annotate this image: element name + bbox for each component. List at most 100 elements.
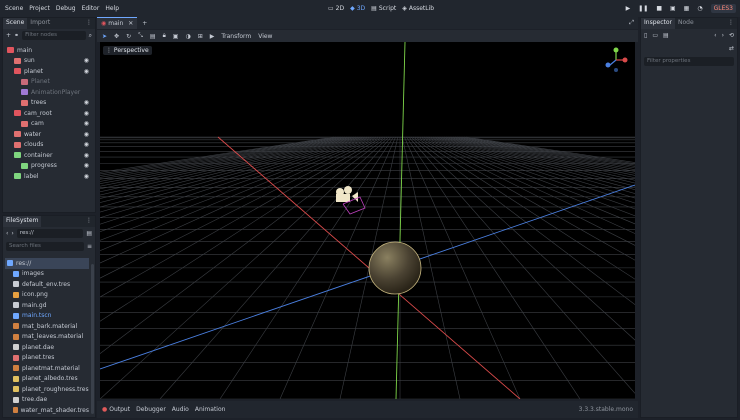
move-tool-icon[interactable]: ✥ — [114, 33, 119, 40]
file-item[interactable]: tree.dae — [5, 395, 89, 406]
rotate-tool-icon[interactable]: ↻ — [126, 33, 131, 40]
back-icon[interactable]: ‹ — [6, 230, 8, 237]
menu-help[interactable]: Help — [102, 5, 122, 12]
workspace-2d[interactable]: ▭ 2D — [328, 5, 344, 12]
file-item[interactable]: images — [5, 269, 89, 280]
tab-filesystem[interactable]: FileSystem — [3, 216, 42, 227]
visibility-eye-icon[interactable]: ◉ — [84, 152, 89, 159]
scene-node[interactable]: clouds ◉ — [3, 140, 95, 151]
load-resource-icon[interactable]: ▭ — [652, 32, 658, 39]
file-item[interactable]: planet_albedo.tres — [5, 374, 89, 385]
add-tab-icon[interactable]: + — [142, 20, 147, 27]
save-resource-icon[interactable]: ▤ — [663, 32, 669, 39]
file-item[interactable]: planet_roughness.tres — [5, 384, 89, 395]
file-item[interactable]: planetmat.material — [5, 363, 89, 374]
forward-icon[interactable]: › — [11, 230, 13, 237]
file-item[interactable]: mat_leaves.material — [5, 332, 89, 343]
workspace-assetlib[interactable]: ◈ AssetLib — [402, 5, 434, 12]
scene-node[interactable]: progress ◉ — [3, 161, 95, 172]
file-item[interactable]: planet.dae — [5, 342, 89, 353]
tab-debugger[interactable]: Debugger — [136, 406, 166, 413]
lock-icon[interactable]: 🔒︎ — [163, 32, 166, 40]
menu-debug[interactable]: Debug — [53, 5, 79, 12]
scene-node[interactable]: container ◉ — [3, 150, 95, 161]
scene-node[interactable]: cam ◉ — [3, 119, 95, 130]
renderer-badge[interactable]: GLES3 — [710, 4, 736, 13]
scene-node[interactable]: planet ◉ — [3, 66, 95, 77]
scene-node[interactable]: cam_root ◉ — [3, 108, 95, 119]
scene-node[interactable]: water ◉ — [3, 129, 95, 140]
tab-node[interactable]: Node — [675, 18, 697, 29]
tab-scene[interactable]: Scene — [3, 18, 28, 29]
camera-override-icon[interactable]: ▶ — [210, 33, 215, 40]
new-resource-icon[interactable]: ▯ — [644, 32, 647, 39]
file-item[interactable]: mat_bark.material — [5, 321, 89, 332]
visibility-eye-icon[interactable]: ◉ — [84, 99, 89, 106]
object-properties-icon[interactable]: ⇄ — [729, 45, 734, 52]
workspace-script[interactable]: ▤ Script — [371, 5, 396, 12]
tab-audio[interactable]: Audio — [172, 406, 189, 413]
scene-node[interactable]: main — [3, 45, 95, 56]
file-item[interactable]: main.tscn — [5, 311, 89, 322]
file-item[interactable]: res:// — [5, 258, 89, 269]
split-view-icon[interactable]: ▤ — [86, 230, 92, 237]
visibility-eye-icon[interactable]: ◉ — [84, 110, 89, 117]
dock-menu-icon[interactable]: ⋮ — [83, 216, 95, 227]
scene-node[interactable]: label ◉ — [3, 171, 95, 182]
file-item[interactable]: icon.png — [5, 290, 89, 301]
menu-editor[interactable]: Editor — [79, 5, 103, 12]
file-item[interactable]: water_mat_shader.tres — [5, 405, 89, 416]
distraction-free-icon[interactable]: ⤢ — [629, 19, 634, 27]
scene-node[interactable]: trees ◉ — [3, 98, 95, 109]
tab-animation[interactable]: Animation — [195, 406, 226, 413]
path-field[interactable]: res:// — [16, 229, 84, 238]
camera-icon[interactable] — [336, 186, 366, 215]
tab-import[interactable]: Import — [27, 18, 54, 29]
scene-node[interactable]: Planet — [3, 77, 95, 88]
file-item[interactable]: planet.tres — [5, 353, 89, 364]
tab-main[interactable]: ◉ main ✕ — [97, 17, 138, 29]
orientation-gizmo[interactable] — [605, 47, 628, 73]
viewport-3d[interactable]: ⋮ Perspective — [100, 42, 635, 399]
scale-tool-icon[interactable]: ⤡ — [138, 32, 143, 40]
file-item[interactable]: main.gd — [5, 300, 89, 311]
add-node-icon[interactable]: + — [6, 32, 11, 39]
menu-project[interactable]: Project — [26, 5, 53, 12]
stop-icon[interactable]: ■ — [656, 5, 662, 12]
visibility-eye-icon[interactable]: ◉ — [84, 131, 89, 138]
perspective-menu[interactable]: ⋮ Perspective — [103, 46, 152, 55]
visibility-eye-icon[interactable]: ◉ — [84, 120, 89, 127]
scrollbar[interactable] — [91, 264, 94, 414]
link-icon[interactable]: ⚭ — [14, 32, 19, 39]
list-select-icon[interactable]: ▤ — [150, 33, 156, 40]
visibility-eye-icon[interactable]: ◉ — [84, 141, 89, 148]
search-files-input[interactable]: Search files — [6, 242, 84, 251]
tab-inspector[interactable]: Inspector — [641, 18, 675, 29]
visibility-eye-icon[interactable]: ◉ — [84, 162, 89, 169]
view-menu[interactable]: View — [258, 33, 272, 40]
scene-node[interactable]: sun ◉ — [3, 56, 95, 67]
forward-icon[interactable]: › — [722, 32, 724, 39]
search-icon[interactable]: ⌕ — [89, 32, 92, 40]
planet-sphere[interactable] — [368, 241, 422, 295]
filter-properties-input[interactable]: Filter properties — [644, 57, 734, 66]
scene-node[interactable]: AnimationPlayer — [3, 87, 95, 98]
group-icon[interactable]: ▣ — [173, 33, 179, 40]
history-icon[interactable]: ⟲ — [729, 32, 734, 39]
visibility-eye-icon[interactable]: ◉ — [84, 57, 89, 64]
dock-menu-icon[interactable]: ⋮ — [725, 18, 737, 29]
file-item[interactable]: default_env.tres — [5, 279, 89, 290]
transform-menu[interactable]: Transform — [221, 33, 251, 40]
deploy-icon[interactable]: ◔ — [697, 5, 702, 12]
sort-icon[interactable]: ≡ — [87, 243, 92, 250]
local-space-icon[interactable]: ◑ — [185, 33, 190, 40]
close-icon[interactable]: ✕ — [128, 20, 133, 27]
menu-scene[interactable]: Scene — [2, 5, 26, 12]
tab-output[interactable]: ● Output — [102, 406, 130, 413]
workspace-3d[interactable]: ◆ 3D — [350, 5, 365, 12]
play-icon[interactable]: ▶ — [626, 5, 631, 12]
play-custom-scene-icon[interactable]: ▦ — [684, 5, 690, 12]
back-icon[interactable]: ‹ — [714, 32, 716, 39]
snap-icon[interactable]: ⊞ — [198, 33, 203, 40]
pause-icon[interactable]: ❚❚ — [638, 5, 648, 12]
